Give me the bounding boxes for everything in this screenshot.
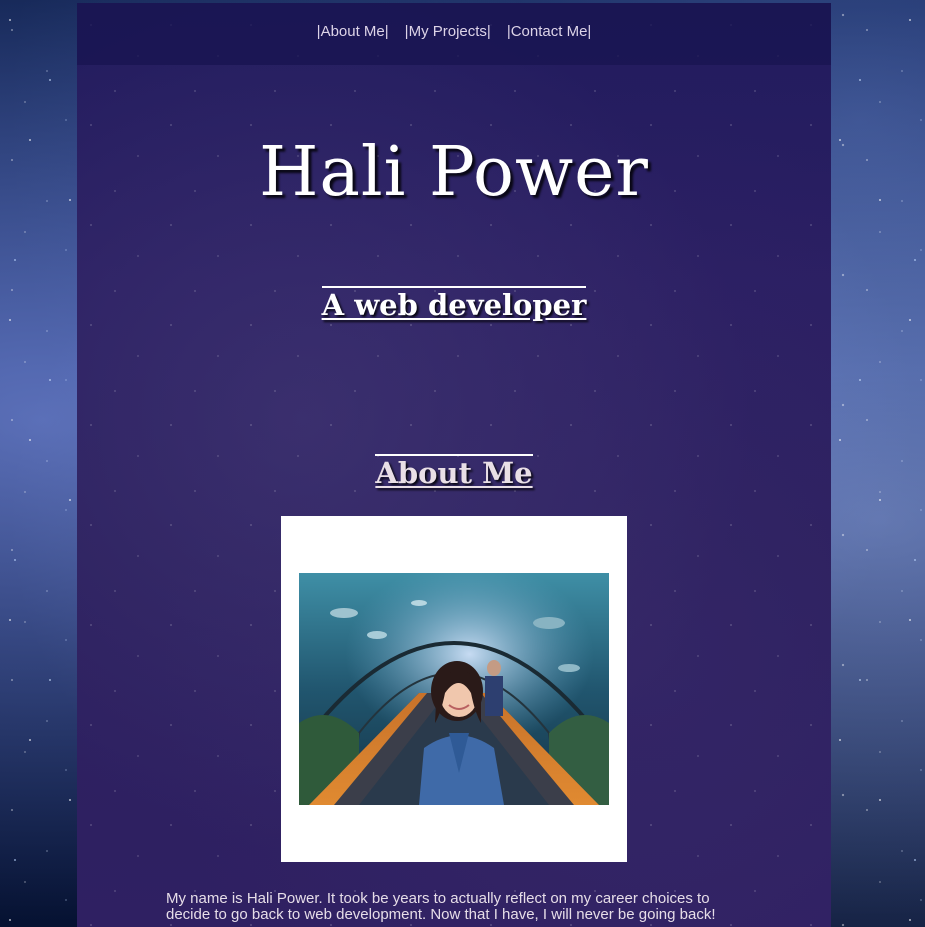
page-title: Hali Power	[259, 133, 649, 212]
nav-link-my-projects[interactable]: |My Projects|	[405, 23, 491, 40]
profile-photo	[299, 573, 609, 805]
about-me-heading: About Me	[77, 454, 831, 490]
about-me-heading-text: About Me	[375, 454, 533, 490]
about-me-bio: My name is Hali Power. It took be years …	[166, 890, 716, 923]
page-subtitle: A web developer	[77, 286, 831, 322]
nav-link-contact-me[interactable]: |Contact Me|	[507, 23, 592, 40]
profile-photo-frame	[281, 516, 627, 862]
nav-link-about-me[interactable]: |About Me|	[317, 23, 389, 40]
main-panel: |About Me| |My Projects| |Contact Me| Ha…	[77, 3, 831, 927]
top-navigation: |About Me| |My Projects| |Contact Me|	[77, 3, 831, 65]
subtitle-text: A web developer	[321, 286, 587, 322]
